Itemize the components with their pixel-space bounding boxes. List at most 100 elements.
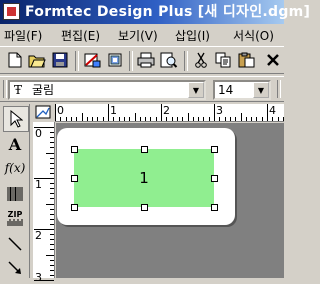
ruler-tick <box>50 142 54 144</box>
ruler-tick <box>245 117 247 121</box>
ruler-tick <box>229 117 231 121</box>
ruler-tick <box>176 117 178 121</box>
print-icon[interactable] <box>136 50 156 70</box>
resize-handle[interactable] <box>211 146 218 153</box>
font-size-value: 14 <box>218 83 234 97</box>
resize-handle[interactable] <box>71 146 78 153</box>
ruler-tick <box>113 117 115 121</box>
menu-format[interactable]: 서식(O) <box>233 27 274 44</box>
ruler-tick <box>261 117 263 121</box>
ruler-tick <box>50 188 54 190</box>
ruler-tick <box>161 104 162 121</box>
arrow-tool-icon[interactable] <box>3 256 27 280</box>
ruler-tick <box>118 117 120 121</box>
ruler-tick <box>50 244 54 246</box>
resize-handle[interactable] <box>211 175 218 182</box>
resize-handle[interactable] <box>71 175 78 182</box>
new-icon[interactable] <box>5 50 25 70</box>
menu-edit[interactable]: 편집(E) <box>61 27 100 44</box>
ruler-tick <box>50 218 54 220</box>
ruler-tick <box>251 117 253 121</box>
barcode-tool-icon[interactable] <box>3 182 27 206</box>
font-size-combo[interactable]: 14 ▼ <box>213 80 271 100</box>
horizontal-ruler: 0 1 2 3 4 <box>55 104 284 122</box>
page-setup-icon[interactable] <box>82 50 102 70</box>
resize-handle[interactable] <box>71 204 78 211</box>
ruler-tick <box>34 127 54 128</box>
ruler-tick <box>166 117 168 121</box>
text-object-content[interactable]: 1 <box>74 149 214 207</box>
ruler-tick <box>108 104 109 121</box>
ruler-number: 0 <box>35 127 42 140</box>
toolbar-separator <box>277 80 281 98</box>
ruler-tick <box>50 198 54 200</box>
ruler-tick <box>224 117 226 121</box>
ruler-tick <box>277 117 279 121</box>
print-settings-icon[interactable] <box>105 50 125 70</box>
open-icon[interactable] <box>27 50 47 70</box>
copy-icon[interactable] <box>213 50 233 70</box>
ruler-tick <box>150 117 152 121</box>
ruler-tick <box>92 117 94 121</box>
ruler-tick <box>50 208 54 210</box>
paste-icon[interactable] <box>236 50 256 70</box>
save-icon[interactable] <box>50 50 70 70</box>
ruler-tick <box>145 117 147 121</box>
ruler-tick <box>102 117 104 121</box>
menu-view[interactable]: 보기(V) <box>118 27 158 44</box>
toolbar-separator <box>75 51 79 71</box>
cut-icon[interactable] <box>191 50 211 70</box>
zip-barcode-tool-icon[interactable]: ZIP <box>3 206 27 230</box>
ruler-tick <box>50 249 54 251</box>
text-tool-icon[interactable]: A <box>3 132 27 156</box>
window-title: Formtec Design Plus [새 디자인.dgm] <box>25 4 311 20</box>
ruler-tick <box>240 113 242 121</box>
ruler-tick <box>219 117 221 121</box>
resize-handle[interactable] <box>141 146 148 153</box>
zip-label: ZIP <box>7 210 23 219</box>
ruler-tick <box>50 172 54 174</box>
ruler-tick <box>235 117 237 121</box>
resize-handle[interactable] <box>211 204 218 211</box>
resize-handle[interactable] <box>141 204 148 211</box>
ruler-tick <box>50 234 54 236</box>
ruler-number: 1 <box>35 178 42 191</box>
ruler-tick <box>46 152 54 154</box>
select-tool-icon[interactable] <box>3 106 29 132</box>
font-name-combo[interactable]: Ŧ 굴림 ▼ <box>8 80 206 100</box>
ruler-tick <box>208 117 210 121</box>
chevron-down-icon[interactable]: ▼ <box>188 82 204 98</box>
title-bar[interactable]: Formtec Design Plus [새 디자인.dgm] <box>0 0 310 24</box>
ruler-tick <box>50 264 54 266</box>
chevron-down-icon[interactable]: ▼ <box>253 82 269 98</box>
ruler-tick <box>203 117 205 121</box>
ruler-tick <box>65 117 67 121</box>
ruler-tick <box>50 157 54 159</box>
ruler-tick <box>192 117 194 121</box>
menu-insert[interactable]: 삽입(I) <box>175 27 210 44</box>
ruler-tick <box>129 117 131 121</box>
ruler-tick <box>50 162 54 164</box>
line-tool-icon[interactable] <box>3 232 27 256</box>
ruler-corner[interactable] <box>33 104 55 122</box>
app-icon <box>3 3 20 20</box>
ruler-number: 2 <box>163 104 170 117</box>
ruler-tick <box>97 117 99 121</box>
ruler-tick <box>34 229 54 230</box>
standard-toolbar <box>0 46 284 74</box>
function-tool-icon[interactable]: f(x) <box>3 156 27 180</box>
ruler-tick <box>171 117 173 121</box>
ruler-number: 0 <box>57 104 64 117</box>
delete-icon[interactable] <box>263 50 283 70</box>
ruler-tick <box>267 104 268 121</box>
ruler-tick <box>50 269 54 271</box>
ruler-tick <box>86 117 88 121</box>
ruler-number: 3 <box>216 104 223 117</box>
ruler-tick <box>50 213 54 215</box>
menu-file[interactable]: 파일(F) <box>4 27 42 44</box>
print-preview-icon[interactable] <box>159 50 179 70</box>
ruler-tick <box>60 117 62 121</box>
format-toolbar: Ŧ 굴림 ▼ 14 ▼ <box>0 76 284 102</box>
ruler-tick <box>256 117 258 121</box>
ruler-tick <box>81 113 83 121</box>
